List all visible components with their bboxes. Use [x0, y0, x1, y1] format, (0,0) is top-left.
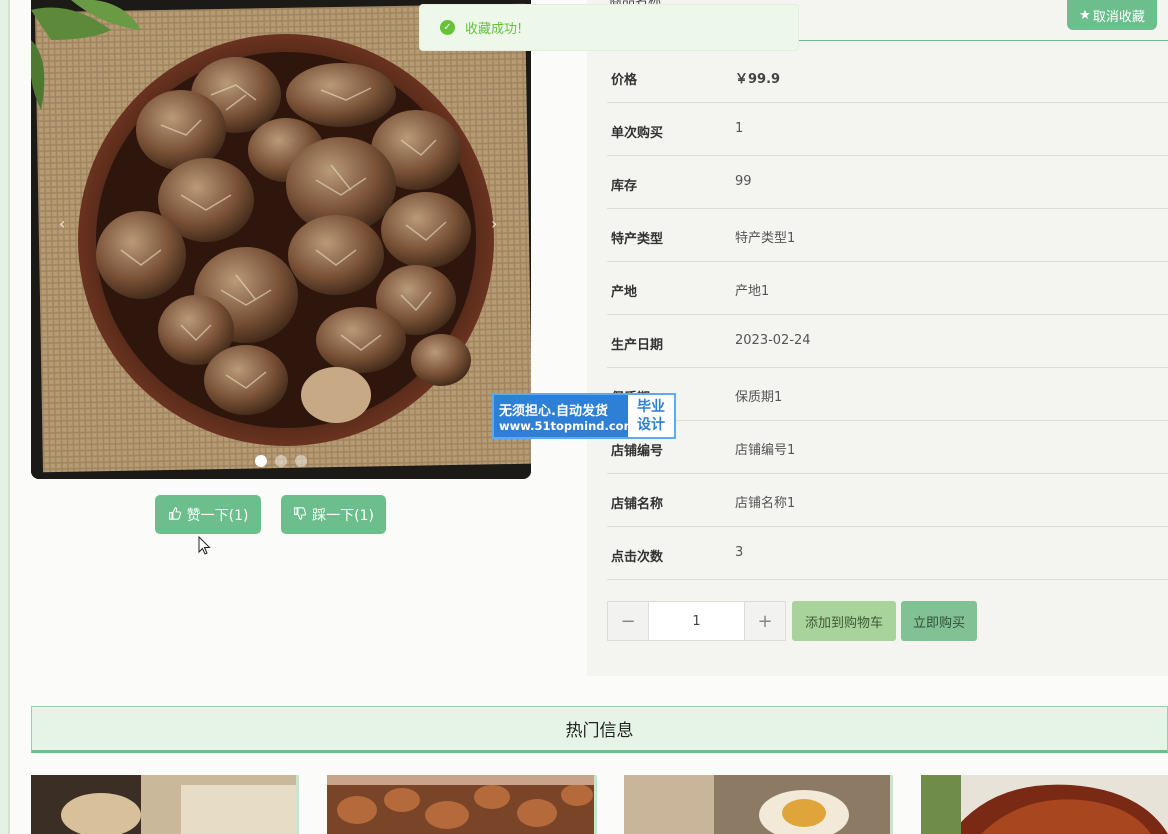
detail-row-type: 特产类型 特产类型1 [607, 209, 1168, 262]
detail-row-shop-id: 店铺编号 店铺编号1 [607, 421, 1168, 474]
detail-row-clicks: 点击次数 3 [607, 527, 1168, 580]
detail-key: 店铺名称 [611, 497, 664, 512]
dislike-label: 踩一下(1) [312, 507, 374, 524]
dislike-button[interactable]: 踩一下(1) [281, 495, 386, 534]
detail-row-origin: 产地 产地1 [607, 262, 1168, 315]
detail-value: 2023-02-24 [735, 333, 811, 348]
carousel-dot-2[interactable] [275, 455, 287, 467]
quantity-stepper: − 1 + [607, 601, 786, 641]
thumbs-up-icon [168, 506, 181, 523]
cancel-favorite-button[interactable]: ★ 取消收藏 [1067, 0, 1157, 30]
carousel-next-icon[interactable]: › [491, 214, 497, 233]
hot-item-image [31, 775, 296, 834]
add-to-cart-button[interactable]: 添加到购物车 [792, 601, 896, 641]
detail-key: 产地 [611, 285, 638, 300]
star-icon: ★ [1079, 7, 1091, 23]
mouse-cursor-icon [198, 536, 211, 555]
detail-value: 产地1 [735, 284, 770, 299]
quantity-input[interactable]: 1 [648, 602, 745, 640]
detail-row-shelf-life: 保质期 保质期1 [607, 368, 1168, 421]
watermark-badge: 毕业 设计 [628, 395, 674, 437]
watermark-banner: 无须担心.自动发货 www.51topmind.com 毕业 设计 [492, 393, 676, 439]
like-label: 赞一下(1) [186, 507, 249, 524]
carousel-dot-3[interactable] [295, 455, 307, 467]
detail-key: 店铺编号 [611, 444, 664, 459]
detail-row-shop-name: 店铺名称 店铺名称1 [607, 474, 1168, 527]
detail-key: 生产日期 [611, 338, 664, 353]
hot-item-card[interactable] [31, 775, 299, 834]
mushroom-photo [31, 0, 531, 479]
watermark-line1: 无须担心.自动发货 [499, 403, 608, 419]
hot-section-header: 热门信息 [31, 706, 1168, 753]
carousel-prev-icon[interactable]: ‹ [59, 214, 65, 233]
detail-row-price: 价格 ￥99.9 [607, 50, 1168, 103]
cancel-favorite-label: 取消收藏 [1092, 9, 1145, 25]
hot-item-card[interactable] [327, 775, 597, 834]
detail-value: 1 [735, 121, 744, 136]
watermark-line2: www.51topmind.com [499, 418, 636, 433]
carousel-dot-1[interactable] [255, 455, 267, 467]
check-circle-icon: ✓ [440, 20, 455, 35]
detail-row-date: 生产日期 2023-02-24 [607, 315, 1168, 368]
detail-key: 价格 [611, 73, 638, 88]
hot-item-image [921, 775, 1168, 834]
detail-value: ￥99.9 [735, 72, 781, 87]
detail-value: 店铺名称1 [735, 496, 796, 511]
detail-value: 保质期1 [735, 390, 783, 405]
detail-key: 库存 [611, 179, 638, 194]
buy-now-button[interactable]: 立即购买 [901, 601, 977, 641]
detail-row-limit: 单次购买 1 [607, 103, 1168, 156]
detail-value: 3 [735, 545, 744, 560]
hot-item-card[interactable] [624, 775, 893, 834]
detail-value: 店铺编号1 [735, 443, 796, 458]
toast-message: 收藏成功! [465, 22, 523, 37]
hot-item-image [327, 775, 594, 834]
decrease-button[interactable]: − [608, 602, 648, 640]
success-toast: ✓ 收藏成功! [419, 4, 799, 51]
detail-key: 特产类型 [611, 232, 664, 247]
increase-button[interactable]: + [745, 602, 785, 640]
hot-item-card[interactable] [921, 775, 1168, 834]
page-left-border [0, 0, 10, 834]
hot-item-image [624, 775, 890, 834]
detail-row-stock: 库存 99 [607, 156, 1168, 209]
detail-key: 点击次数 [611, 550, 664, 565]
carousel-indicators [255, 455, 307, 467]
watermark-badge-line2: 设计 [637, 417, 665, 433]
thumbs-down-icon [293, 506, 307, 523]
detail-key: 单次购买 [611, 126, 664, 141]
product-detail-table: 价格 ￥99.9 单次购买 1 库存 99 特产类型 特产类型1 产地 产地1 … [607, 50, 1168, 580]
detail-value: 99 [735, 174, 752, 189]
hot-section-title: 热门信息 [565, 721, 634, 741]
like-button[interactable]: 赞一下(1) [155, 495, 261, 534]
product-carousel[interactable]: ‹ › [31, 0, 531, 479]
watermark-badge-line1: 毕业 [637, 399, 665, 415]
detail-value: 特产类型1 [735, 231, 796, 246]
